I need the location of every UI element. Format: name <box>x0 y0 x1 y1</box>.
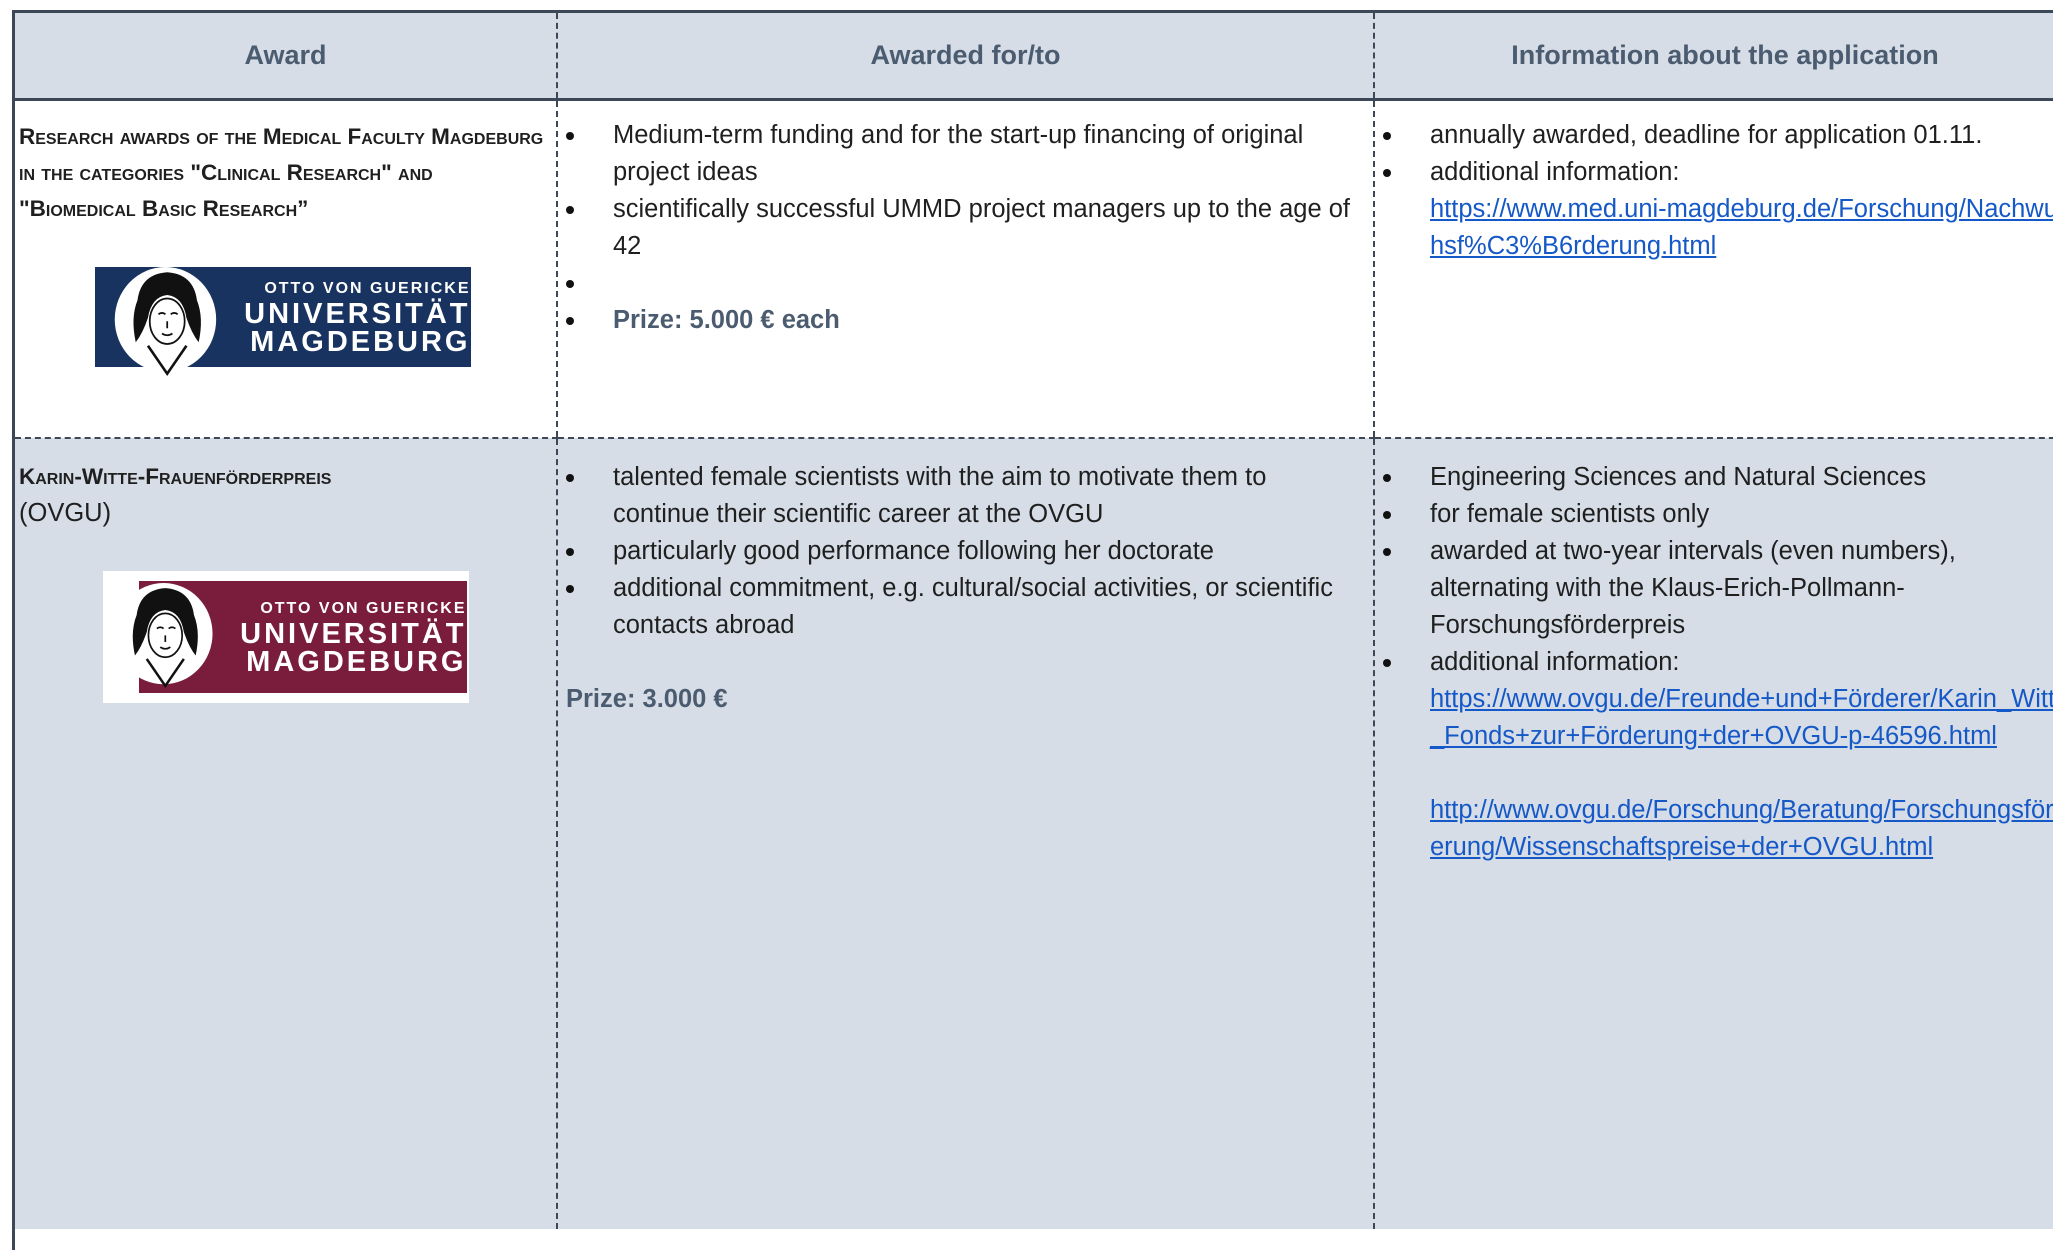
logo-line-3: MAGDEBURG <box>250 326 471 358</box>
list-item: for female scientists only <box>1375 496 2053 533</box>
list-item: Engineering Sciences and Natural Science… <box>1375 459 2053 496</box>
list-item: talented female scientists with the aim … <box>558 459 1365 533</box>
guericke-portrait-icon <box>114 583 213 689</box>
list-item: awarded at two-year intervals (even numb… <box>1375 533 2053 644</box>
awarded-for-cell: talented female scientists with the aim … <box>556 438 1374 1229</box>
awards-table: Award Awarded for/to Information about t… <box>15 13 2053 1229</box>
university-logo: OTTO VON GUERICKE UNIVERSITÄT MAGDEBURG <box>102 571 469 703</box>
list-item: scientifically successful UMMD project m… <box>558 191 1365 265</box>
table-row: Research awards of the Medical Faculty M… <box>15 99 2053 439</box>
page: Award Awarded for/to Information about t… <box>0 0 2053 1250</box>
additional-info-label: additional information: <box>1430 158 1680 186</box>
information-cell: Engineering Sciences and Natural Science… <box>1373 438 2053 1229</box>
university-logo: OTTO VON GUERICKE UNIVERSITÄT MAGDEBURG <box>94 267 471 377</box>
table-header-row: Award Awarded for/to Information about t… <box>15 13 2053 101</box>
header-awarded-for: Awarded for/to <box>556 13 1374 101</box>
logo-line-3: MAGDEBURG <box>246 646 467 678</box>
list-item: additional information: https://www.ovgu… <box>1375 644 2053 866</box>
award-cell: Research awards of the Medical Faculty M… <box>15 99 557 439</box>
prize-text: Prize: 3.000 € <box>566 685 728 713</box>
logo-line-2: UNIVERSITÄT <box>244 298 471 330</box>
list-item: additional commitment, e.g. cultural/soc… <box>558 570 1365 644</box>
list-item: Medium-term funding and for the start-up… <box>558 117 1365 191</box>
prize-text: Prize: 5.000 € each <box>558 302 1365 339</box>
info-link-secondary[interactable]: http://www.ovgu.de/Forschung/Beratung/Fo… <box>1430 796 2053 861</box>
award-title: Karin-Witte-Frauenförderpreis <box>19 464 332 489</box>
logo-line-1: OTTO VON GUERICKE <box>260 600 467 617</box>
list-item: annually awarded, deadline for applicati… <box>1375 117 2053 154</box>
award-title: Research awards of the Medical Faculty M… <box>19 124 544 221</box>
header-award: Award <box>15 13 557 101</box>
awarded-for-cell: Medium-term funding and for the start-up… <box>556 99 1374 439</box>
info-link[interactable]: https://www.med.uni-magdeburg.de/Forschu… <box>1430 195 2053 260</box>
list-item: particularly good performance following … <box>558 533 1365 570</box>
info-link[interactable]: https://www.ovgu.de/Freunde+und+Förderer… <box>1430 685 2053 750</box>
table-row: Karin-Witte-Frauenförderpreis (OVGU) OTT… <box>15 438 2053 1229</box>
header-information: Information about the application <box>1373 13 2053 101</box>
logo-line-1: OTTO VON GUERICKE <box>264 280 471 297</box>
logo-line-2: UNIVERSITÄT <box>240 618 467 650</box>
list-item: additional information: https://www.med.… <box>1375 154 2053 265</box>
guericke-portrait-icon <box>114 267 216 377</box>
award-subtitle: (OVGU) <box>19 499 112 527</box>
additional-info-label: additional information: <box>1430 648 1680 676</box>
list-spacer <box>558 265 1365 302</box>
information-cell: annually awarded, deadline for applicati… <box>1373 99 2053 439</box>
award-cell: Karin-Witte-Frauenförderpreis (OVGU) OTT… <box>15 438 557 1229</box>
